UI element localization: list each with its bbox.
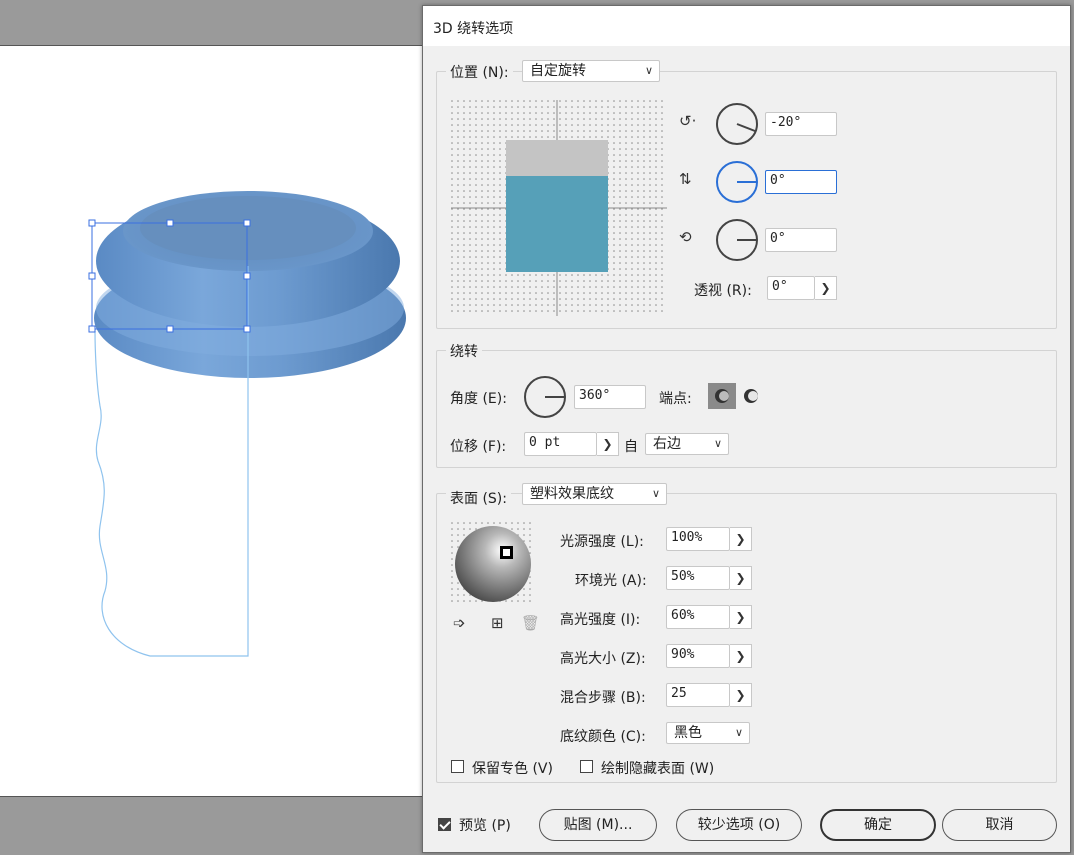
from-select[interactable]: 右边 ∨ — [645, 433, 729, 455]
ambient-label: 环境光 (A): — [575, 573, 647, 589]
position-select-value: 自定旋转 — [530, 63, 586, 79]
chevron-down-icon: ∨ — [644, 64, 653, 77]
highlight-size-label: 高光大小 (Z): — [560, 651, 646, 667]
draw-hidden-label: 绘制隐藏表面 (W) — [601, 761, 715, 777]
cap-on-icon[interactable] — [708, 383, 736, 409]
shade-color-select[interactable]: 黑色 ∨ — [666, 722, 750, 744]
perspective-field[interactable]: 0° — [767, 276, 815, 300]
surface-select[interactable]: 塑料效果底纹 ∨ — [522, 483, 667, 505]
position-label: 位置 (N): — [446, 62, 513, 82]
ok-button[interactable]: 确定 — [820, 809, 936, 841]
ambient-field[interactable]: 50% — [666, 566, 730, 590]
from-label: 自 — [624, 439, 638, 455]
z-rotate-icon: ⟲ — [679, 228, 692, 246]
perspective-label: 透视 (R): — [694, 283, 752, 299]
chevron-right-icon[interactable]: ❯ — [730, 683, 752, 707]
lighting-sphere[interactable] — [451, 522, 535, 606]
revolve-options-dialog: 3D 绕转选项 位置 (N): 自定旋转 ∨ ↺· -20° ⇅ 0° ⟲ 0°… — [422, 5, 1071, 853]
cap-label: 端点: — [659, 391, 692, 407]
cancel-button[interactable]: 取消 — [942, 809, 1057, 841]
draw-hidden-checkbox[interactable] — [580, 760, 593, 773]
preview-label: 预览 (P) — [459, 818, 511, 834]
surface-label: 表面 (S): — [446, 488, 511, 508]
chevron-right-icon[interactable]: ❯ — [730, 644, 752, 668]
highlight-size-field[interactable]: 90% — [666, 644, 730, 668]
highlight-intensity-field[interactable]: 60% — [666, 605, 730, 629]
light-intensity-field[interactable]: 100% — [666, 527, 730, 551]
surface-group: 表面 (S): 塑料效果底纹 ∨ ➩ ⊞ 🗑 光源强度 (L): 100% ❯ … — [436, 483, 1057, 783]
highlight-intensity-label: 高光强度 (I): — [560, 612, 641, 628]
dialog-title: 3D 绕转选项 — [433, 21, 514, 37]
cap-off-icon[interactable] — [737, 383, 765, 409]
angle-field[interactable]: 360° — [574, 385, 646, 409]
offset-label: 位移 (F): — [450, 439, 507, 455]
preserve-spot-checkbox[interactable] — [451, 760, 464, 773]
chevron-right-icon[interactable]: ❯ — [730, 605, 752, 629]
shade-color-value: 黑色 — [674, 725, 702, 741]
y-rotation-dial[interactable] — [715, 160, 759, 204]
z-rotation-field[interactable]: 0° — [765, 228, 837, 252]
light-intensity-label: 光源强度 (L): — [560, 534, 644, 550]
x-rotate-icon: ↺· — [679, 112, 697, 130]
preserve-spot-label: 保留专色 (V) — [472, 761, 553, 777]
new-light-icon[interactable]: ⊞ — [491, 614, 504, 632]
dialog-titlebar[interactable]: 3D 绕转选项 — [423, 6, 1070, 46]
y-rotation-field[interactable]: 0° — [765, 170, 837, 194]
chevron-right-icon[interactable]: ❯ — [730, 566, 752, 590]
artboard[interactable] — [0, 45, 422, 797]
chevron-down-icon: ∨ — [713, 437, 722, 450]
angle-dial[interactable] — [523, 375, 567, 419]
revolve-legend: 绕转 — [446, 341, 482, 361]
chevron-down-icon: ∨ — [734, 726, 743, 739]
fewer-options-button[interactable]: 较少选项 (O) — [676, 809, 802, 841]
map-art-button[interactable]: 贴图 (M)... — [539, 809, 657, 841]
chevron-right-icon[interactable]: ❯ — [597, 432, 619, 456]
x-rotation-field[interactable]: -20° — [765, 112, 837, 136]
position-group: 位置 (N): 自定旋转 ∨ ↺· -20° ⇅ 0° ⟲ 0° 透视 (R):… — [436, 60, 1057, 329]
revolved-object[interactable] — [0, 46, 422, 796]
surface-select-value: 塑料效果底纹 — [530, 486, 614, 502]
delete-light-icon[interactable]: 🗑 — [521, 614, 540, 632]
chevron-down-icon: ∨ — [651, 487, 660, 500]
preview-checkbox[interactable] — [438, 818, 451, 831]
revolve-group: 绕转 角度 (E): 360° 端点: 位移 (F): 0 pt ❯ 自 右边 … — [436, 341, 1057, 468]
position-select[interactable]: 自定旋转 ∨ — [522, 60, 660, 82]
blend-steps-label: 混合步骤 (B): — [560, 690, 646, 706]
chevron-right-icon[interactable]: ❯ — [730, 527, 752, 551]
z-rotation-dial[interactable] — [715, 218, 759, 262]
y-rotate-icon: ⇅ — [679, 170, 692, 188]
x-rotation-dial[interactable] — [715, 102, 759, 146]
offset-field[interactable]: 0 pt — [524, 432, 597, 456]
track-cube[interactable] — [451, 100, 667, 316]
move-light-back-icon[interactable]: ➩ — [453, 614, 466, 632]
blend-steps-field[interactable]: 25 — [666, 683, 730, 707]
angle-label: 角度 (E): — [450, 391, 507, 407]
chevron-right-icon[interactable]: ❯ — [815, 276, 837, 300]
shade-color-label: 底纹颜色 (C): — [560, 729, 646, 745]
from-select-value: 右边 — [653, 436, 681, 452]
